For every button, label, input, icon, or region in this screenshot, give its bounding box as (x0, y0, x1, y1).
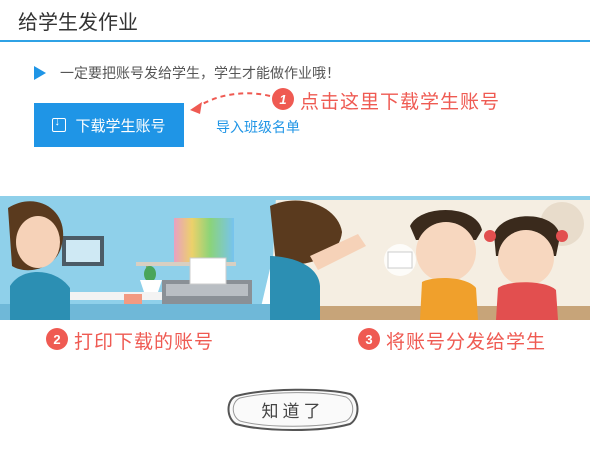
arrow-right-icon (34, 66, 46, 80)
header: 给学生发作业 (0, 0, 590, 42)
print-illustration (0, 196, 287, 320)
got-it-label: 知道了 (261, 401, 325, 422)
distribute-illustration (270, 196, 590, 320)
tip-text: 一定要把账号发给学生，学生才能做作业哦！ (60, 65, 340, 81)
download-button-label: 下载学生账号 (75, 117, 166, 135)
step-2-text: 打印下载的账号 (74, 331, 215, 353)
download-icon (52, 116, 67, 132)
step-3-text: 将账号分发给学生 (386, 331, 547, 353)
download-student-accounts-button[interactable]: 下载学生账号 (34, 103, 184, 147)
hint-text: 点击这里下载学生账号 (300, 91, 501, 113)
import-class-roster-link[interactable]: 导入班级名单 (216, 117, 300, 137)
step-3-badge: 3 (358, 328, 380, 350)
tip-row: 一定要把账号发给学生，学生才能做作业哦！ (34, 63, 340, 83)
curved-arrow-icon (190, 92, 271, 114)
got-it-button[interactable]: 知道了 (226, 386, 360, 432)
step-2-badge: 2 (46, 328, 68, 350)
page-title: 给学生发作业 (18, 12, 138, 34)
step-1-badge: 1 (272, 88, 294, 110)
